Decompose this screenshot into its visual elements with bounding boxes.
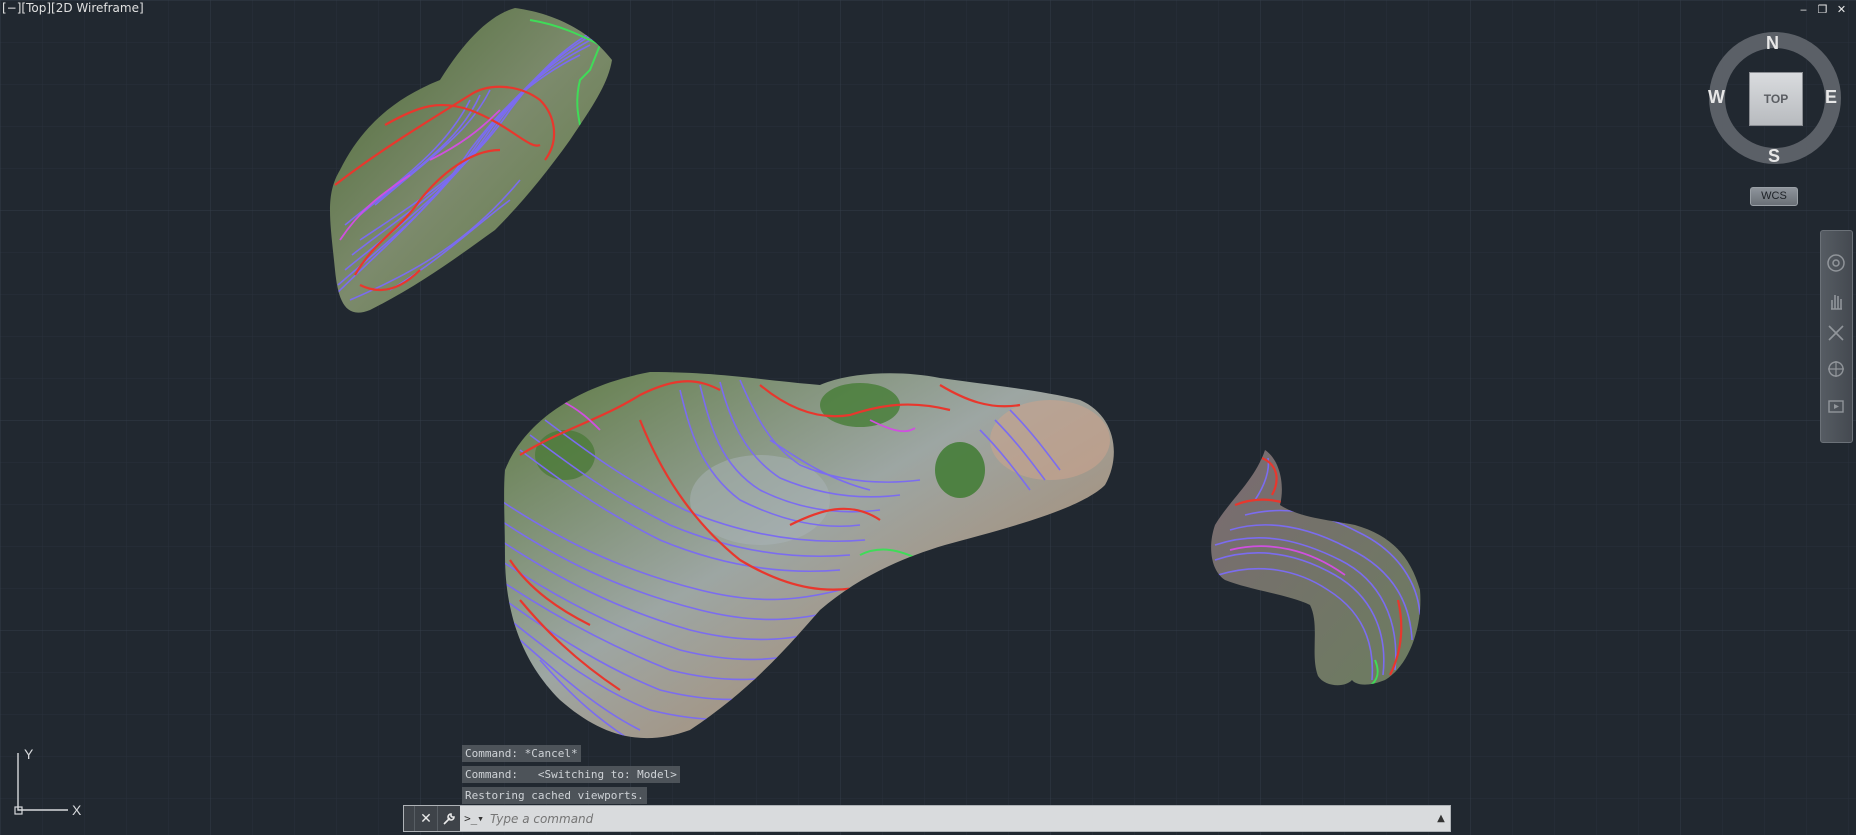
ucs-icon[interactable]: Y X (10, 745, 90, 815)
viewcube-top-face[interactable]: TOP (1749, 72, 1803, 126)
orbit-icon[interactable] (1826, 359, 1846, 379)
compass-west[interactable]: W (1708, 87, 1725, 108)
showmotion-icon[interactable] (1826, 397, 1846, 417)
command-prompt-icon: >_▾ (464, 812, 484, 825)
caret-up-icon: ▲ (1437, 813, 1445, 824)
command-line-grip[interactable] (404, 806, 414, 831)
command-line: ✕ >_▾ ▲ (403, 805, 1451, 832)
viewcube[interactable]: N S E W TOP (1705, 30, 1845, 170)
minimize-icon[interactable]: ‒ (1797, 3, 1810, 16)
viewport-label[interactable]: [−][Top][2D Wireframe] (2, 1, 144, 15)
pan-icon[interactable] (1826, 291, 1846, 311)
steering-wheel-icon[interactable] (1826, 253, 1846, 273)
drawing-canvas[interactable] (0, 0, 1856, 835)
close-icon[interactable]: ✕ (1835, 3, 1848, 16)
compass-north[interactable]: N (1766, 33, 1779, 54)
compass-east[interactable]: E (1825, 87, 1837, 108)
recent-commands-button[interactable]: >_▾ (460, 806, 488, 831)
close-command-line-button[interactable]: ✕ (414, 806, 437, 831)
command-history-line: Restoring cached viewports. (462, 787, 647, 804)
ucs-y-label: Y (24, 746, 34, 762)
command-input[interactable] (488, 807, 1432, 830)
command-history-line: Command: <Switching to: Model> (462, 766, 680, 783)
restore-icon[interactable]: ❐ (1816, 3, 1829, 16)
wrench-icon (443, 812, 455, 825)
wcs-menu[interactable]: WCS (1750, 187, 1798, 206)
zoom-extents-icon[interactable] (1826, 323, 1846, 343)
command-history-line: Command: *Cancel* (462, 745, 581, 762)
compass-south[interactable]: S (1768, 146, 1780, 167)
navigation-bar (1820, 230, 1853, 443)
customize-button[interactable] (437, 806, 460, 831)
command-history: Command: *Cancel* Command: <Switching to… (462, 745, 680, 808)
close-icon: ✕ (420, 810, 432, 827)
expand-history-button[interactable]: ▲ (1432, 813, 1450, 824)
ucs-x-label: X (72, 802, 82, 815)
viewport-window-controls: ‒ ❐ ✕ (1797, 3, 1848, 16)
